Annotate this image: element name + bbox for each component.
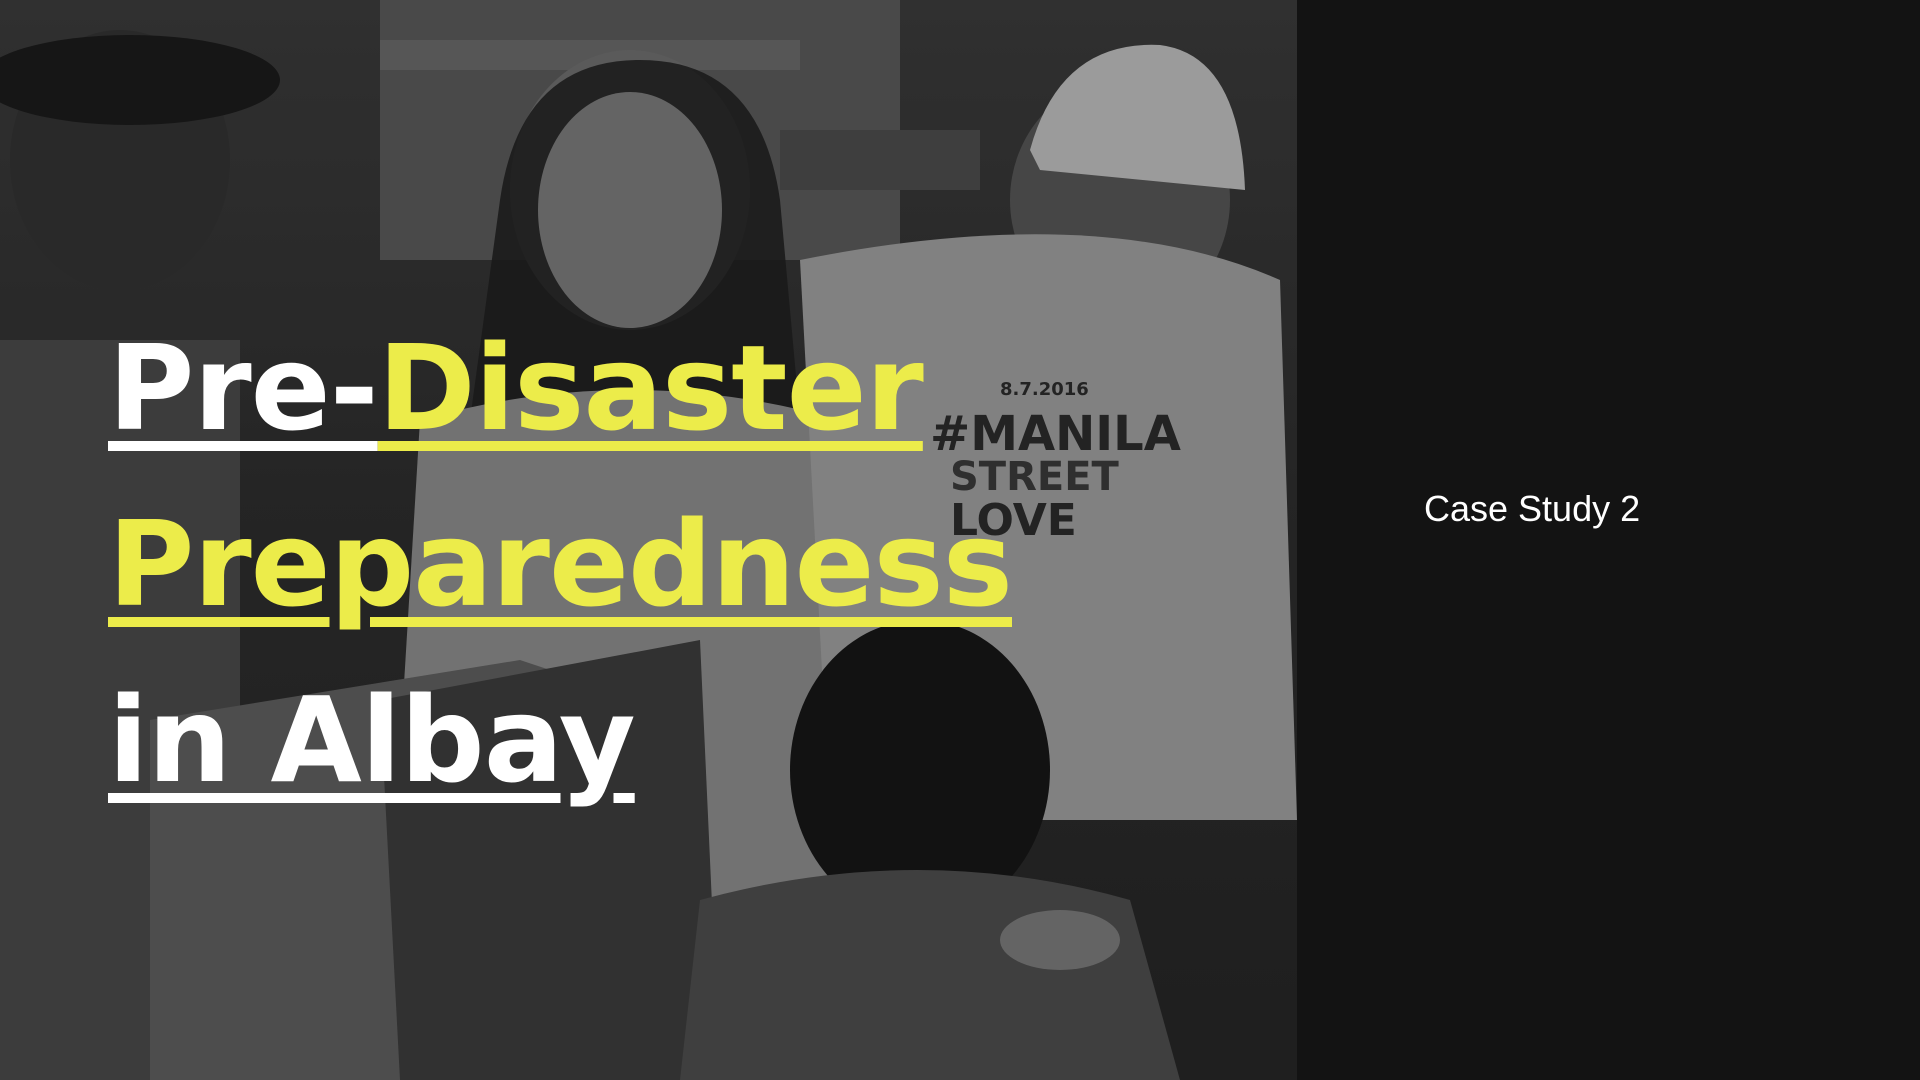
slide-title: Pre-Disaster Preparedness in Albay (108, 300, 1013, 828)
title-line-1: Pre-Disaster (108, 300, 1012, 476)
title-word-disaster: Disaster (377, 319, 924, 457)
title-line-2: Preparedness (108, 476, 1013, 652)
case-study-label: Case Study 2 (1424, 488, 1641, 529)
title-word-in-albay: in Albay (108, 671, 636, 809)
title-word-pre: Pre- (108, 319, 379, 457)
slide: 8.7.2016 #MANILA STREET LOVE Pre-Disaste… (0, 0, 1920, 1080)
title-line-3: in Albay (108, 652, 1012, 828)
title-word-preparedness: Preparedness (108, 495, 1013, 633)
